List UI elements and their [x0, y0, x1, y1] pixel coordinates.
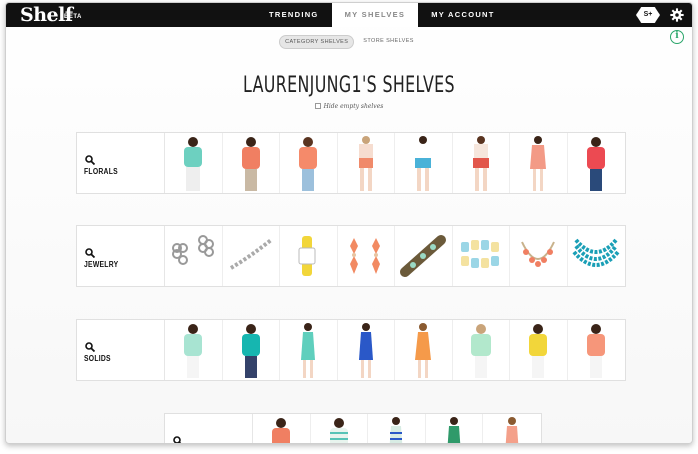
product-thumbnail[interactable] [368, 414, 426, 443]
product-thumbnail[interactable] [568, 133, 626, 193]
product-thumbnail[interactable] [223, 320, 280, 380]
shelf-row: JEWELRY [76, 225, 626, 287]
hide-empty-toggle[interactable]: Hide empty shelves [6, 103, 692, 110]
shelf-name: FLORALS [84, 167, 118, 176]
product-thumbnail[interactable] [510, 133, 568, 193]
shelf-label[interactable] [165, 414, 253, 443]
shelfbucks-badge[interactable]: S+ [636, 7, 660, 23]
shelf-type-toggle: CATEGORY SHELVES STORE SHELVES [6, 35, 692, 49]
hide-empty-label: Hide empty shelves [323, 103, 384, 110]
product-thumbnail[interactable] [568, 226, 626, 286]
product-thumbnail[interactable] [223, 133, 280, 193]
product-thumbnail[interactable] [483, 414, 541, 443]
product-thumbnail[interactable] [338, 226, 395, 286]
product-thumbnail[interactable] [453, 226, 510, 286]
gear-icon[interactable] [670, 8, 684, 22]
store-shelves-button[interactable]: STORE SHELVES [358, 35, 419, 49]
product-thumbnail[interactable] [395, 320, 453, 380]
shelf-label[interactable]: SOLIDS [77, 320, 165, 380]
product-thumbnail[interactable] [280, 226, 338, 286]
product-thumbnail[interactable] [510, 320, 568, 380]
app-window: Shelf BETA TRENDING MY SHELVES MY ACCOUN… [5, 2, 693, 444]
shelf-name: SOLIDS [84, 354, 111, 363]
shelf-name: JEWELRY [84, 260, 119, 269]
main-nav: TRENDING MY SHELVES MY ACCOUNT [256, 3, 508, 27]
product-thumbnail[interactable] [510, 226, 568, 286]
shelf-label[interactable]: JEWELRY [77, 226, 165, 286]
product-thumbnail[interactable] [453, 133, 510, 193]
product-thumbnail[interactable] [280, 320, 338, 380]
product-thumbnail[interactable] [453, 320, 510, 380]
product-thumbnail[interactable] [338, 320, 395, 380]
shelf-row [164, 413, 542, 443]
beta-label: BETA [64, 14, 82, 20]
search-icon [85, 248, 95, 258]
product-thumbnail[interactable] [426, 414, 483, 443]
product-thumbnail[interactable] [338, 133, 395, 193]
topbar-actions: S+ [636, 7, 684, 23]
nav-trending[interactable]: TRENDING [256, 3, 332, 27]
product-thumbnail[interactable] [568, 320, 626, 380]
product-thumbnail[interactable] [395, 133, 453, 193]
hide-empty-checkbox[interactable] [314, 103, 321, 109]
product-thumbnail[interactable] [223, 226, 280, 286]
product-thumbnail[interactable] [165, 320, 223, 380]
search-icon [173, 436, 182, 443]
search-icon [85, 342, 95, 352]
product-thumbnail[interactable] [280, 133, 338, 193]
product-thumbnail[interactable] [165, 226, 223, 286]
product-thumbnail[interactable] [395, 226, 453, 286]
top-nav-bar: Shelf BETA TRENDING MY SHELVES MY ACCOUN… [6, 3, 692, 27]
nav-my-account[interactable]: MY ACCOUNT [418, 3, 507, 27]
product-thumbnail[interactable] [311, 414, 368, 443]
category-shelves-button[interactable]: CATEGORY SHELVES [279, 35, 355, 49]
shelf-label[interactable]: FLORALS [77, 133, 165, 193]
product-thumbnail[interactable] [165, 133, 223, 193]
page-title: LAURENJUNG1'S SHELVES [243, 73, 455, 98]
product-thumbnail[interactable] [253, 414, 311, 443]
nav-my-shelves[interactable]: MY SHELVES [331, 3, 419, 27]
info-icon[interactable]: i [670, 30, 684, 44]
shelf-row: FLORALS [76, 132, 626, 194]
search-icon [85, 155, 95, 165]
shelf-row: SOLIDS [76, 319, 626, 381]
